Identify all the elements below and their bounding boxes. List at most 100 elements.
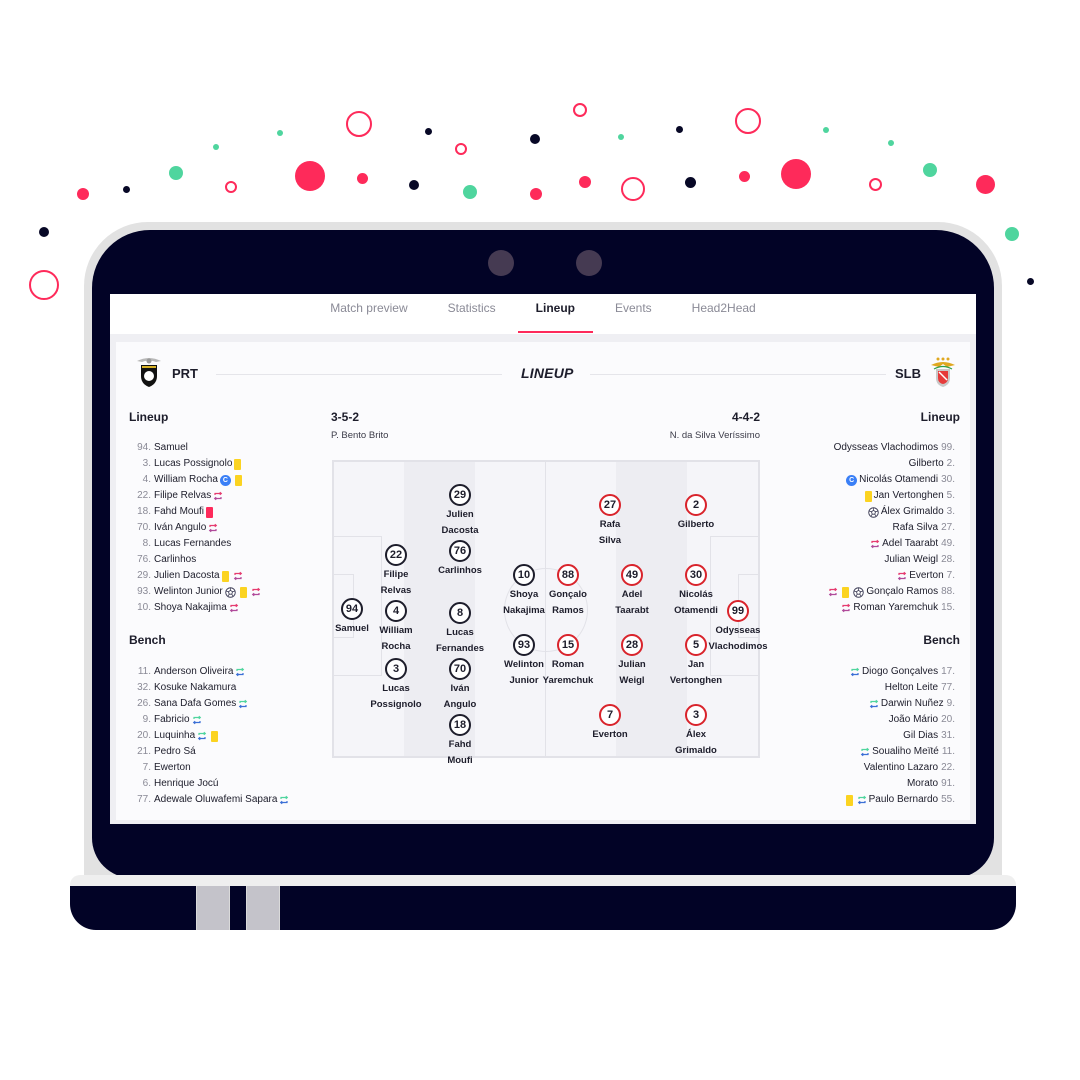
player-number: 6. <box>142 778 151 789</box>
player-last-name: Ramos <box>552 605 584 616</box>
shirt-number-badge: 3 <box>685 704 707 726</box>
player-row[interactable]: Jan Vertonghen 5. <box>826 488 955 504</box>
divider <box>216 374 502 375</box>
confetti-dot <box>409 180 419 190</box>
shirt-number-badge: 76 <box>449 540 471 562</box>
tab-statistics[interactable]: Statistics <box>430 294 514 334</box>
player-number: 21. <box>137 746 151 757</box>
player-row[interactable]: Gil Dias 31. <box>844 728 955 744</box>
confetti-dot <box>39 227 49 237</box>
player-row[interactable]: Adel Taarabt 49. <box>826 536 955 552</box>
player-row[interactable]: 94. Samuel <box>129 440 263 456</box>
player-row[interactable]: 26. Sana Dafa Gomes <box>129 696 291 712</box>
confetti-dot <box>823 127 829 133</box>
player-row[interactable]: Roman Yaremchuk 15. <box>826 600 955 616</box>
player-name: Roman Yaremchuk <box>853 602 939 613</box>
player-row[interactable]: Diogo Gonçalves 17. <box>844 664 955 680</box>
tab-bar: Match preview Statistics Lineup Events Head2… <box>110 294 976 334</box>
pitch: 94 Samuel 22 Filipe Relvas 4 William Rocha 3 Luca… <box>332 460 768 766</box>
player-row[interactable]: 7. Ewerton <box>129 760 291 776</box>
player-row[interactable]: 6. Henrique Jocú <box>129 776 291 792</box>
away-pitch-player[interactable]: 7 Everton <box>570 704 650 743</box>
away-pitch-player[interactable]: 88 Gonçalo Ramos <box>528 564 608 619</box>
away-pitch-player[interactable]: 15 Roman Yaremchuk <box>528 634 608 689</box>
away-pitch-player[interactable]: 2 Gilberto <box>656 494 736 533</box>
player-row[interactable]: 32. Kosuke Nakamura <box>129 680 291 696</box>
player-row[interactable]: Julian Weigl 28. <box>826 552 955 568</box>
away-pitch-player[interactable]: 27 Rafa Silva <box>570 494 650 549</box>
player-row[interactable]: 29. Julien Dacosta <box>129 568 263 584</box>
player-row[interactable]: 8. Lucas Fernandes <box>129 536 263 552</box>
player-number: 8. <box>142 538 151 549</box>
player-number: 77. <box>941 682 955 693</box>
player-name: Helton Leite <box>884 682 939 693</box>
home-pitch-player[interactable]: 18 Fahd Moufi <box>420 714 500 769</box>
player-number: 20. <box>137 730 151 741</box>
player-row[interactable]: Everton 7. <box>826 568 955 584</box>
shirt-number-badge: 18 <box>449 714 471 736</box>
player-row[interactable]: 22. Filipe Relvas <box>129 488 263 504</box>
player-row[interactable]: 70. Iván Angulo <box>129 520 263 536</box>
home-formation: 3-5-2 <box>331 410 360 424</box>
player-row[interactable]: Rafa Silva 27. <box>826 520 955 536</box>
player-row[interactable]: 9. Fabricio <box>129 712 291 728</box>
player-row[interactable]: 18. Fahd Moufi <box>129 504 263 520</box>
player-row[interactable]: Odysseas Vlachodimos 99. <box>826 440 955 456</box>
player-row[interactable]: 20. Luquinha <box>129 728 291 744</box>
player-row[interactable]: 77. Adewale Oluwafemi Sapara <box>129 792 291 808</box>
divider <box>590 374 886 375</box>
substituted-in-icon <box>236 667 245 677</box>
player-number: 4. <box>142 474 151 485</box>
confetti-dot <box>169 166 183 180</box>
player-row[interactable]: 10. Shoya Nakajima <box>129 600 263 616</box>
player-name: Gilberto <box>908 458 944 469</box>
lineup-header: PRT LINEUP SLB <box>116 342 970 402</box>
red-card-icon <box>206 506 214 518</box>
home-pitch-player[interactable]: 29 Julien Dacosta <box>420 484 500 539</box>
player-row[interactable]: Álex Grimaldo 3. <box>826 504 955 520</box>
benfica-crest-icon <box>931 357 955 387</box>
tab-head2head[interactable]: Head2Head <box>674 294 774 334</box>
shirt-number-badge: 3 <box>385 658 407 680</box>
player-row[interactable]: 4. William Rocha C <box>129 472 263 488</box>
player-name: Rafa Silva <box>892 522 939 533</box>
player-row[interactable]: Helton Leite 77. <box>844 680 955 696</box>
away-lineup-list: Odysseas Vlachodimos 99. Gilberto 2. C Nicolá… <box>826 440 955 616</box>
player-row[interactable]: 21. Pedro Sá <box>129 744 291 760</box>
tab-events[interactable]: Events <box>597 294 670 334</box>
confetti-dot <box>781 159 811 189</box>
player-name: Shoya Nakajima <box>154 602 227 613</box>
player-row[interactable]: C Nicolás Otamendi 30. <box>826 472 955 488</box>
player-row[interactable]: Paulo Bernardo 55. <box>844 792 955 808</box>
player-row[interactable]: João Mário 20. <box>844 712 955 728</box>
player-row[interactable]: Gilberto 2. <box>826 456 955 472</box>
substituted-out-icon <box>209 523 218 533</box>
confetti-dot <box>684 176 696 188</box>
confetti-dot <box>868 177 882 191</box>
confetti-dot <box>738 170 750 182</box>
player-name: Henrique Jocú <box>154 778 219 789</box>
shirt-number-badge: 49 <box>621 564 643 586</box>
away-pitch-player[interactable]: 3 Álex Grimaldo <box>656 704 736 759</box>
player-row[interactable]: Soualiho Meïté 11. <box>844 744 955 760</box>
confetti-dot <box>77 188 89 200</box>
player-name: Nicolás Otamendi <box>859 474 939 485</box>
confetti-dot <box>975 174 995 194</box>
player-row[interactable]: 3. Lucas Possignolo <box>129 456 263 472</box>
tab-match-preview[interactable]: Match preview <box>312 294 425 334</box>
player-number: 30. <box>941 474 955 485</box>
player-row[interactable]: Darwin Nuñez 9. <box>844 696 955 712</box>
yellow-card-icon <box>239 586 247 598</box>
confetti-dot <box>122 185 130 193</box>
player-row[interactable]: 76. Carlinhos <box>129 552 263 568</box>
player-row[interactable]: 11. Anderson Oliveira <box>129 664 291 680</box>
player-row[interactable]: Valentino Lazaro 22. <box>844 760 955 776</box>
player-name: Soualiho Meïté <box>872 746 939 757</box>
player-name: Adewale Oluwafemi Sapara <box>154 794 278 805</box>
tab-lineup[interactable]: Lineup <box>517 294 594 334</box>
player-row[interactable]: Morato 91. <box>844 776 955 792</box>
player-row[interactable]: 93. Welinton Junior <box>129 584 263 600</box>
player-row[interactable]: Gonçalo Ramos 88. <box>826 584 955 600</box>
player-name: Paulo Bernardo <box>868 794 939 805</box>
confetti-dot <box>675 125 683 133</box>
